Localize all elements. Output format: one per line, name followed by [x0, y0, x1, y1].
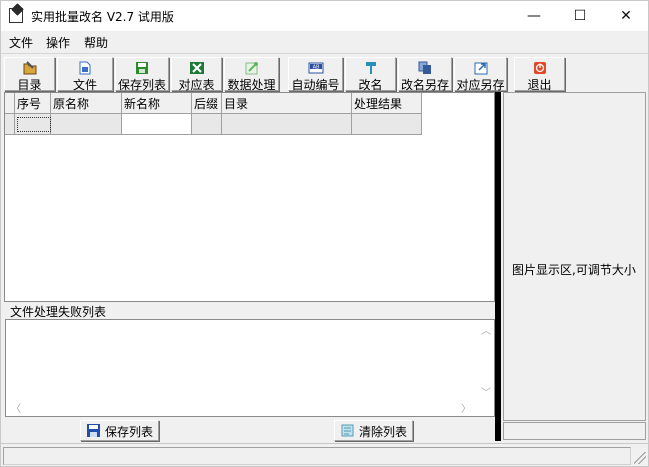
failed-list-label: 文件处理失败列表 — [10, 305, 107, 319]
grid-cell[interactable] — [51, 114, 122, 135]
toolbar-label: 改名 — [358, 78, 383, 92]
toolbar-mapping-table-button[interactable]: 对应表 — [171, 57, 222, 92]
toolbar-file-button[interactable]: 文件 — [57, 57, 113, 92]
ab-icon: AB — [308, 62, 323, 74]
vertical-scrollbar[interactable]: ︿ ﹀ — [477, 320, 494, 400]
column-header-result[interactable]: 处理结果 — [352, 93, 422, 114]
data-icon — [245, 62, 258, 75]
svg-text:AB: AB — [312, 65, 319, 71]
hammer-icon — [365, 62, 376, 74]
toolbar-rename-button[interactable]: 改名 — [345, 57, 396, 92]
menu-operate[interactable]: 操作 — [46, 34, 70, 51]
toolbar-data-process-button[interactable]: 数据处理 — [224, 57, 279, 92]
scroll-left-icon[interactable]: 〈 — [11, 400, 21, 415]
column-header-directory[interactable]: 目录 — [222, 93, 352, 114]
horizontal-scrollbar[interactable]: 〈 〉 — [6, 399, 478, 416]
grid-cell[interactable] — [222, 114, 352, 135]
grid-cell[interactable] — [352, 114, 422, 135]
image-preview-area: 图片显示区,可调节大小 — [503, 92, 646, 421]
resize-grip-icon[interactable] — [634, 452, 646, 464]
clear-list-button[interactable]: 清除列表 — [334, 420, 413, 441]
file-grid[interactable]: 序号 原名称 新名称 后缀 目录 处理结果 — [4, 92, 495, 302]
scroll-up-icon[interactable]: ︿ — [481, 322, 491, 337]
toolbar-label: 退出 — [527, 78, 552, 92]
app-icon — [9, 8, 23, 23]
toolbar-label: 自动编号 — [291, 78, 340, 92]
copy-icon — [418, 61, 431, 74]
grid-corner — [5, 93, 15, 114]
file-icon — [79, 61, 91, 75]
title-bar[interactable]: 实用批量改名 V2.7 试用版 — ☐ ✕ — [1, 1, 648, 31]
scroll-right-icon[interactable]: 〉 — [461, 400, 471, 415]
close-button[interactable]: ✕ — [603, 1, 649, 31]
status-bar — [1, 443, 648, 466]
save-list-label: 保存列表 — [105, 425, 154, 439]
maximize-button[interactable]: ☐ — [557, 1, 603, 31]
column-header-index[interactable]: 序号 — [15, 93, 51, 114]
export-icon — [474, 62, 487, 75]
menu-bar: 文件 操作 帮助 — [1, 31, 648, 53]
column-header-extension[interactable]: 后缀 — [192, 93, 222, 114]
toolbar-label: 文件 — [72, 78, 97, 92]
focus-rectangle — [17, 117, 51, 132]
status-pane — [3, 447, 631, 465]
toolbar-directory-button[interactable]: 目录 — [4, 57, 55, 92]
save-list-button[interactable]: 保存列表 — [80, 420, 159, 441]
column-header-original-name[interactable]: 原名称 — [51, 93, 122, 114]
image-preview-text: 图片显示区,可调节大小 — [512, 263, 636, 277]
toolbar-label: 改名另存 — [400, 78, 449, 92]
toolbar-label: 保存列表 — [117, 78, 166, 92]
save-icon — [136, 62, 148, 74]
folder-icon — [23, 61, 36, 75]
excel-icon — [189, 62, 204, 74]
toolbar-label: 对应表 — [178, 78, 215, 92]
grid-cell-editable[interactable] — [122, 114, 192, 135]
grid-cell[interactable] — [192, 114, 222, 135]
toolbar-label: 数据处理 — [227, 78, 276, 92]
minimize-button[interactable]: — — [511, 1, 557, 31]
toolbar: 目录 文件 保存列表 对应表 数据处理 AB 自动编号 改名 改名另存 对应另存… — [1, 53, 648, 92]
clear-list-label: 清除列表 — [359, 425, 408, 439]
toolbar-exit-button[interactable]: 退出 — [514, 57, 565, 92]
row-indicator[interactable] — [5, 114, 15, 135]
splitter-handle[interactable] — [495, 92, 501, 441]
save-icon — [87, 424, 100, 437]
exit-icon — [533, 62, 546, 74]
menu-help[interactable]: 帮助 — [84, 34, 108, 51]
toolbar-mapping-save-as-button[interactable]: 对应另存 — [454, 57, 507, 92]
window-title: 实用批量改名 V2.7 试用版 — [31, 10, 174, 24]
toolbar-rename-save-as-button[interactable]: 改名另存 — [398, 57, 452, 92]
toolbar-save-list-button[interactable]: 保存列表 — [115, 57, 169, 92]
clear-icon — [341, 424, 354, 437]
image-preview-footer — [503, 422, 646, 440]
toolbar-auto-number-button[interactable]: AB 自动编号 — [288, 57, 343, 92]
column-header-new-name[interactable]: 新名称 — [122, 93, 192, 114]
menu-file[interactable]: 文件 — [9, 34, 33, 51]
toolbar-label: 目录 — [17, 78, 42, 92]
scroll-down-icon[interactable]: ﹀ — [481, 384, 491, 399]
app-window: 实用批量改名 V2.7 试用版 — ☐ ✕ 文件 操作 帮助 目录 文件 保存列… — [0, 0, 649, 467]
toolbar-label: 对应另存 — [456, 78, 505, 92]
failed-list[interactable]: ︿ ﹀ 〈 〉 — [5, 319, 495, 417]
